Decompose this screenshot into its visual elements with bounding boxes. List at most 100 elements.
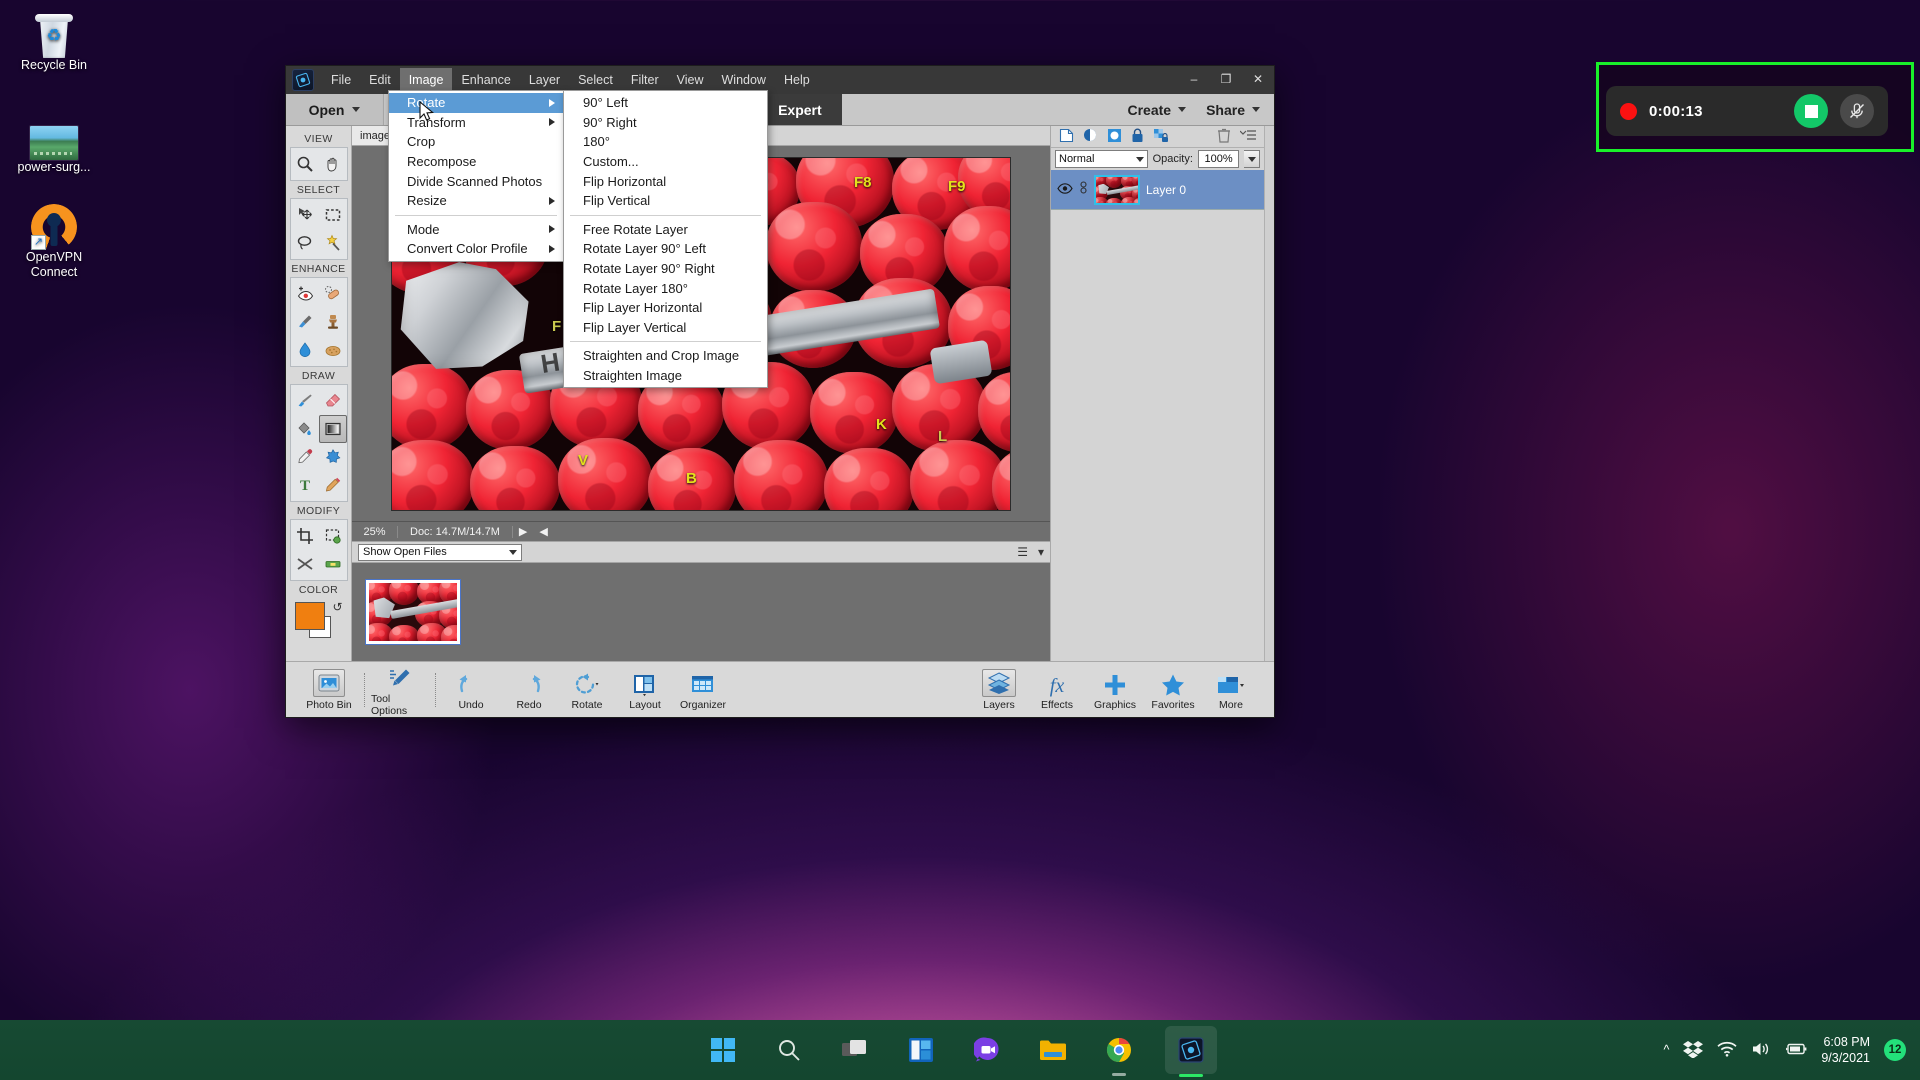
submenu-item-free-rotate-layer[interactable]: Free Rotate Layer — [564, 220, 767, 240]
microphone-muted-icon[interactable] — [1840, 94, 1874, 128]
effects-button[interactable]: fx Effects — [1028, 669, 1086, 711]
favorites-button[interactable]: Favorites — [1144, 669, 1202, 711]
layout-button[interactable]: Layout — [616, 669, 674, 711]
submenu-item-90-right[interactable]: 90° Right — [564, 113, 767, 133]
move-tool[interactable] — [291, 201, 319, 229]
close-button[interactable]: ✕ — [1242, 66, 1274, 92]
show-hidden-icons[interactable]: ^ — [1663, 1043, 1669, 1057]
desktop-icon-recycle-bin[interactable]: ♻ Recycle Bin — [6, 8, 102, 73]
panel-menu-icon[interactable] — [1240, 129, 1256, 145]
red-eye-removal-tool[interactable] — [291, 280, 319, 308]
swap-colors-icon[interactable]: ↺ — [332, 600, 342, 614]
lasso-tool[interactable] — [291, 229, 319, 257]
layers-button[interactable]: Layers — [970, 669, 1028, 711]
photo-bin-strip[interactable] — [352, 563, 1050, 661]
undo-button[interactable]: Undo — [442, 669, 500, 711]
submenu-item-straighten-image[interactable]: Straighten Image — [564, 366, 767, 386]
menu-item-convert-color-profile[interactable]: Convert Color Profile — [389, 239, 563, 259]
redo-button[interactable]: Redo — [500, 669, 558, 711]
menu-item-recompose[interactable]: Recompose — [389, 152, 563, 172]
delete-layer-icon[interactable] — [1217, 128, 1231, 146]
submenu-item-flip-layer-vertical[interactable]: Flip Layer Vertical — [564, 318, 767, 338]
layer-mask-icon[interactable] — [1107, 128, 1122, 146]
volume-icon[interactable] — [1751, 1041, 1771, 1060]
notification-badge[interactable]: 12 — [1884, 1039, 1906, 1061]
sponge-tool[interactable] — [319, 336, 347, 364]
custom-shape-tool[interactable] — [319, 443, 347, 471]
photo-bin-menu-icon[interactable]: ☰ — [1017, 545, 1028, 559]
create-button[interactable]: Create — [1128, 102, 1187, 118]
wifi-icon[interactable] — [1717, 1041, 1737, 1060]
new-layer-icon[interactable] — [1059, 128, 1074, 146]
menu-enhance[interactable]: Enhance — [452, 68, 519, 92]
eraser-tool[interactable] — [319, 387, 347, 415]
battery-icon[interactable] — [1785, 1042, 1807, 1059]
menu-filter[interactable]: Filter — [622, 68, 668, 92]
photo-bin-filter-select[interactable]: Show Open Files — [358, 544, 522, 561]
smart-brush-tool[interactable] — [291, 308, 319, 336]
blend-mode-select[interactable]: Normal — [1055, 150, 1148, 168]
color-picker-tool[interactable] — [291, 443, 319, 471]
desktop-icon-power-surge[interactable]: power-surg... — [6, 110, 102, 175]
clock[interactable]: 6:08 PM 9/3/2021 — [1821, 1034, 1870, 1066]
paint-bucket-tool[interactable] — [291, 415, 319, 443]
minimize-button[interactable]: – — [1178, 66, 1210, 92]
foreground-color-swatch[interactable] — [295, 602, 325, 630]
menu-edit[interactable]: Edit — [360, 68, 400, 92]
menu-item-mode[interactable]: Mode — [389, 220, 563, 240]
clone-stamp-tool[interactable] — [319, 308, 347, 336]
search-icon[interactable] — [769, 1030, 809, 1070]
adjustment-layer-icon[interactable] — [1083, 128, 1098, 146]
desktop-icon-openvpn-connect[interactable]: ↗ OpenVPN Connect — [6, 200, 102, 280]
submenu-item-180[interactable]: 180° — [564, 132, 767, 152]
menu-item-crop[interactable]: Crop — [389, 132, 563, 152]
opacity-dropdown-icon[interactable] — [1244, 150, 1260, 168]
photo-bin-button[interactable]: Photo Bin — [300, 669, 358, 711]
submenu-item-flip-horizontal[interactable]: Flip Horizontal — [564, 171, 767, 191]
submenu-item-90-left[interactable]: 90° Left — [564, 93, 767, 113]
organizer-button[interactable]: Organizer — [674, 669, 732, 711]
more-button[interactable]: More — [1202, 669, 1260, 711]
menu-file[interactable]: File — [322, 68, 360, 92]
straighten-tool[interactable] — [319, 550, 347, 578]
maximize-button[interactable]: ❐ — [1210, 66, 1242, 92]
photo-bin-thumbnail[interactable] — [366, 580, 460, 644]
submenu-item-rotate-layer-90-right[interactable]: Rotate Layer 90° Right — [564, 259, 767, 279]
share-button[interactable]: Share — [1206, 102, 1260, 118]
layer-link-icon[interactable] — [1079, 181, 1088, 198]
lock-transparency-icon[interactable] — [1153, 128, 1169, 146]
gradient-tool[interactable] — [319, 415, 347, 443]
stop-recording-button[interactable] — [1794, 94, 1828, 128]
task-view-icon[interactable] — [835, 1030, 875, 1070]
blur-tool[interactable] — [291, 336, 319, 364]
chrome-icon[interactable] — [1099, 1030, 1139, 1070]
layers-scrollbar[interactable] — [1264, 126, 1274, 661]
menu-item-divide-scanned-photos[interactable]: Divide Scanned Photos — [389, 171, 563, 191]
photoshop-elements-icon[interactable] — [1165, 1026, 1217, 1074]
menu-help[interactable]: Help — [775, 68, 819, 92]
type-tool[interactable]: T — [291, 471, 319, 499]
submenu-item-custom[interactable]: Custom... — [564, 152, 767, 172]
menu-select[interactable]: Select — [569, 68, 622, 92]
menu-layer[interactable]: Layer — [520, 68, 569, 92]
menu-image[interactable]: Image — [400, 68, 453, 92]
rotate-button[interactable]: Rotate — [558, 669, 616, 711]
submenu-item-flip-vertical[interactable]: Flip Vertical — [564, 191, 767, 211]
spot-healing-brush-tool[interactable] — [319, 280, 347, 308]
lock-icon[interactable] — [1131, 128, 1144, 146]
menu-window[interactable]: Window — [713, 68, 775, 92]
photo-bin-chevron-icon[interactable]: ▾ — [1038, 545, 1044, 559]
layers-list-empty-area[interactable] — [1051, 210, 1264, 661]
open-button[interactable]: Open — [286, 94, 384, 125]
brush-tool[interactable] — [291, 387, 319, 415]
zoom-tool[interactable] — [291, 150, 319, 178]
menu-item-rotate[interactable]: Rotate — [389, 93, 563, 113]
tab-expert[interactable]: Expert — [758, 94, 842, 125]
menu-item-resize[interactable]: Resize — [389, 191, 563, 211]
zoom-level[interactable]: 25% — [352, 526, 398, 538]
dropbox-icon[interactable] — [1683, 1040, 1703, 1061]
opacity-input[interactable]: 100% — [1198, 150, 1239, 168]
graphics-button[interactable]: Graphics — [1086, 669, 1144, 711]
menu-view[interactable]: View — [668, 68, 713, 92]
submenu-item-rotate-layer-90-left[interactable]: Rotate Layer 90° Left — [564, 239, 767, 259]
